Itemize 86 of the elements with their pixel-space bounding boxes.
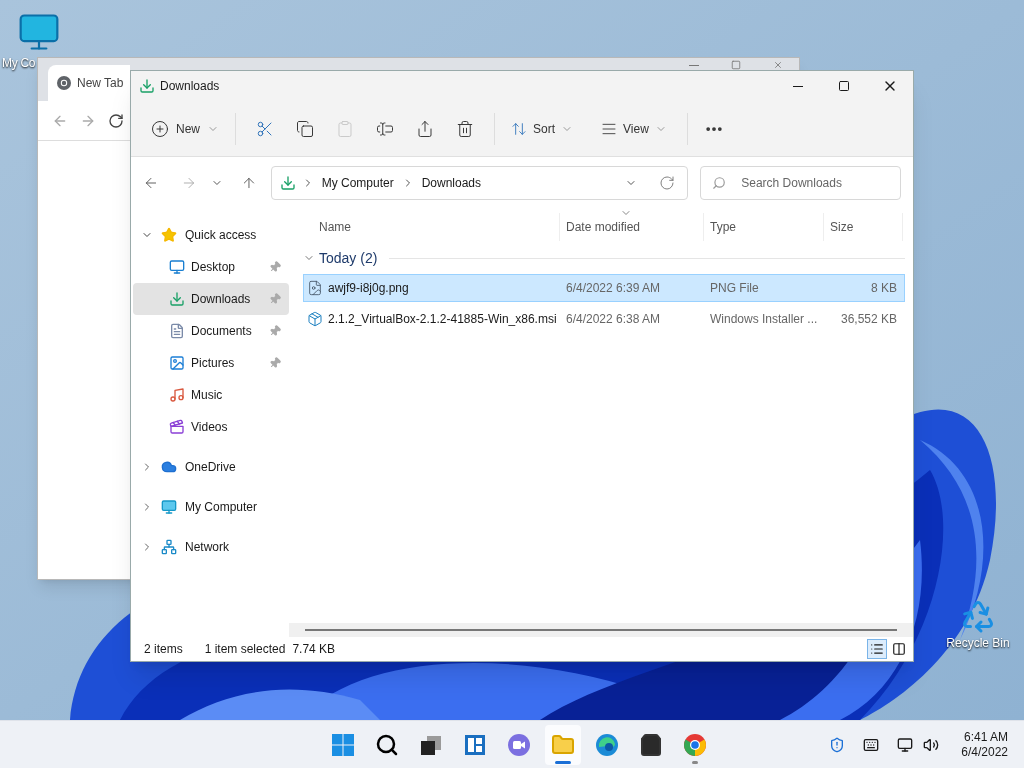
nav-item[interactable]: Music bbox=[133, 379, 289, 411]
column-header[interactable]: Size bbox=[824, 213, 903, 241]
file-row[interactable]: awjf9-i8j0g.png 6/4/2022 6:39 AM PNG File 8 KB bbox=[303, 274, 905, 302]
start-icon[interactable] bbox=[331, 732, 355, 757]
music-icon bbox=[169, 387, 185, 403]
nav-item[interactable]: Videos bbox=[133, 411, 289, 443]
document-icon bbox=[169, 323, 185, 339]
shield-icon[interactable] bbox=[829, 736, 846, 753]
refresh-icon[interactable] bbox=[659, 175, 676, 191]
nav-item[interactable]: My Computer bbox=[133, 491, 289, 523]
sort-icon bbox=[511, 120, 527, 137]
view-button[interactable]: View bbox=[593, 112, 675, 145]
nav-item[interactable]: Network bbox=[133, 531, 289, 563]
chrome-icon bbox=[56, 75, 72, 91]
cloud-icon bbox=[161, 459, 177, 475]
video-icon bbox=[169, 419, 185, 435]
date-cell-text: 6/4/2022 6:38 AM bbox=[565, 311, 662, 328]
item-count: 2 items bbox=[144, 641, 183, 658]
store-icon[interactable] bbox=[639, 732, 663, 757]
size-cell-text: 8 KB bbox=[870, 280, 898, 297]
panes-icon bbox=[892, 642, 906, 656]
rename-icon[interactable] bbox=[376, 119, 394, 138]
back-icon[interactable] bbox=[143, 175, 159, 191]
plus-icon bbox=[151, 119, 169, 138]
selection-size: 7.74 KB bbox=[292, 641, 336, 658]
search-icon[interactable] bbox=[375, 732, 399, 757]
download-icon bbox=[139, 78, 155, 94]
cut-icon[interactable] bbox=[256, 119, 274, 138]
size-cell-text: 36,552 KB bbox=[839, 311, 898, 328]
download-icon bbox=[169, 291, 185, 307]
monitor-icon bbox=[161, 499, 177, 515]
share-icon[interactable] bbox=[416, 119, 434, 138]
nav-item[interactable]: Desktop bbox=[133, 251, 289, 283]
date-cell-text: 6/4/2022 6:39 AM bbox=[565, 280, 662, 297]
network-icon[interactable] bbox=[897, 736, 914, 753]
file-name: awjf9-i8j0g.png bbox=[328, 280, 409, 297]
nav-item[interactable]: OneDrive bbox=[133, 451, 289, 483]
list-icon bbox=[870, 642, 884, 656]
horizontal-scrollbar[interactable] bbox=[289, 623, 913, 637]
type-cell-text: Windows Installer ... bbox=[709, 311, 819, 328]
type-cell-text: PNG File bbox=[709, 280, 760, 297]
details-view-button[interactable] bbox=[867, 639, 887, 659]
download-icon bbox=[279, 175, 296, 191]
browser-tab[interactable]: New Tab bbox=[48, 65, 130, 101]
network-icon bbox=[161, 539, 177, 555]
clock-time[interactable]: 6:41 AM bbox=[963, 729, 1008, 745]
clock-date[interactable]: 6/4/2022 bbox=[961, 744, 1008, 760]
column-header[interactable]: Name bbox=[303, 213, 560, 241]
widgets-icon[interactable] bbox=[463, 732, 487, 757]
chat-icon[interactable] bbox=[507, 732, 531, 757]
folder-icon[interactable] bbox=[551, 732, 575, 757]
column-header[interactable]: Date modified bbox=[560, 213, 704, 241]
delete-icon[interactable] bbox=[456, 119, 474, 138]
breadcrumb[interactable]: Downloads bbox=[421, 174, 482, 192]
nav-item[interactable]: Quick access bbox=[133, 219, 289, 251]
file-row[interactable]: 2.1.2_VirtualBox-2.1.2-41885-Win_x86.msi 6/4/2022 6:38 AM Windows Installer ... 36,552 KB bbox=[303, 305, 905, 333]
close-icon[interactable] bbox=[773, 60, 783, 70]
search-icon bbox=[712, 176, 727, 190]
image-icon bbox=[169, 355, 185, 371]
nav-item[interactable]: Documents bbox=[133, 315, 289, 347]
address-bar[interactable]: My Computer Downloads bbox=[270, 166, 689, 200]
maximize-icon[interactable] bbox=[731, 60, 741, 70]
sort-button[interactable]: Sort bbox=[503, 112, 582, 145]
maximize-icon bbox=[838, 80, 850, 92]
volume-icon[interactable] bbox=[923, 736, 940, 753]
star-icon bbox=[161, 227, 177, 243]
edge-icon[interactable] bbox=[595, 732, 619, 757]
monitor-icon bbox=[169, 259, 185, 275]
file-name: 2.1.2_VirtualBox-2.1.2-41885-Win_x86.msi bbox=[328, 311, 557, 328]
window-title: Downloads bbox=[160, 78, 220, 95]
recycle-bin-icon[interactable] bbox=[960, 598, 996, 634]
nav-item[interactable]: Downloads bbox=[133, 283, 289, 315]
reload-icon[interactable] bbox=[108, 112, 124, 129]
minimize-icon bbox=[793, 85, 803, 87]
breadcrumb[interactable]: My Computer bbox=[321, 174, 394, 192]
column-header[interactable]: Type bbox=[704, 213, 824, 241]
nav-item[interactable]: Pictures bbox=[133, 347, 289, 379]
new-button[interactable]: New bbox=[143, 112, 227, 145]
image-file-icon bbox=[307, 280, 323, 296]
chrome-icon[interactable] bbox=[683, 732, 707, 757]
group-header[interactable]: Today (2) bbox=[319, 247, 378, 269]
installer-icon bbox=[307, 311, 323, 327]
keyboard-icon[interactable] bbox=[863, 736, 880, 753]
copy-icon[interactable] bbox=[296, 119, 314, 138]
selection-count: 1 item selected bbox=[204, 641, 286, 658]
search-field[interactable]: Search Downloads bbox=[700, 166, 901, 200]
